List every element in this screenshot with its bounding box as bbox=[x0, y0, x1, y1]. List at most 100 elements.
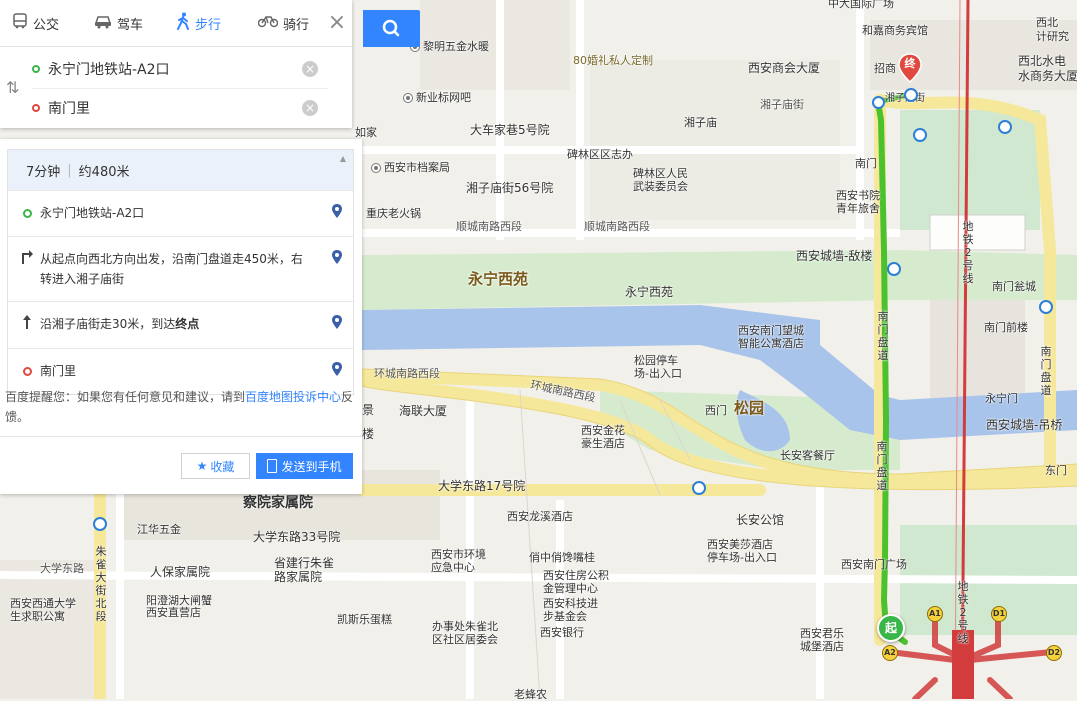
route-panel: 公交 驾车 步行 骑行 × ⇅ 永宁门地铁站-A2口 × 南门里 × 7分钟 |… bbox=[0, 0, 420, 495]
map-label: 西安商会大厦 bbox=[748, 61, 821, 75]
road-label: 顺城南路西段 bbox=[584, 220, 650, 233]
favorite-label: 收藏 bbox=[210, 459, 235, 474]
road-label: 南门盘道 bbox=[1040, 345, 1052, 397]
start-dot-icon bbox=[32, 65, 40, 73]
clear-end-icon[interactable]: × bbox=[302, 100, 318, 116]
map-label: 南门瓮城 bbox=[992, 280, 1036, 293]
step-text: 永宁门地铁站-A2口 bbox=[40, 206, 145, 220]
map-label: 西安直营店 bbox=[146, 606, 201, 619]
start-marker[interactable]: 起 bbox=[877, 614, 905, 642]
close-icon[interactable]: × bbox=[322, 8, 352, 38]
map-label: 碑林区区志办 bbox=[567, 148, 633, 161]
road-label: 朱雀大街北段 bbox=[95, 545, 107, 623]
map-label: 永宁西苑 bbox=[625, 285, 674, 299]
route-step[interactable]: 从起点向西北方向出发，沿南门盘道走450米，右转进入湘子庙街 bbox=[8, 236, 353, 301]
map-label: 金管理中心 bbox=[543, 582, 598, 595]
map-label: 计研究 bbox=[1036, 30, 1069, 43]
tab-label: 驾车 bbox=[117, 17, 144, 33]
road-label: 南门盘道 bbox=[877, 310, 889, 362]
metro-exit-badge[interactable]: D1 bbox=[991, 606, 1007, 622]
start-field[interactable]: 永宁门地铁站-A2口 × bbox=[32, 50, 328, 89]
road-label: 环城南路西段 bbox=[374, 367, 440, 380]
bus-stop-icon[interactable] bbox=[998, 120, 1012, 134]
bus-stop-icon[interactable] bbox=[887, 262, 901, 276]
search-button[interactable] bbox=[363, 10, 420, 47]
end-step-icon bbox=[20, 361, 34, 382]
map-label: 松园停车 bbox=[634, 354, 678, 367]
tab-label: 步行 bbox=[195, 17, 222, 33]
map-label: 80婚礼私人定制 bbox=[573, 54, 653, 67]
map-label: 省建行朱雀 bbox=[274, 556, 335, 570]
tip-text: 百度提醒您：如果您有任何意见和建议，请到 bbox=[5, 390, 246, 404]
map-label: 海联大厦 bbox=[399, 404, 448, 418]
map-label: 西北 bbox=[1036, 16, 1058, 29]
poi-icon bbox=[403, 93, 413, 103]
locate-pin-icon[interactable] bbox=[331, 314, 343, 330]
map-label: 中大国际广场 bbox=[828, 0, 894, 10]
route-step[interactable]: 永宁门地铁站-A2口 bbox=[8, 190, 353, 236]
road-label: 南门盘道 bbox=[876, 440, 888, 492]
map-label: 西安南门望城 bbox=[738, 324, 804, 337]
end-marker[interactable]: 终 bbox=[898, 53, 922, 84]
map-label: 西安城墙-吊桥 bbox=[986, 418, 1063, 432]
tab-bus[interactable]: 公交 bbox=[12, 0, 59, 46]
route-summary[interactable]: 7分钟 | 约480米 ▲ bbox=[8, 150, 353, 190]
map-label: 长安客餐厅 bbox=[780, 449, 835, 462]
map-label: 西安市档案局 bbox=[371, 161, 450, 174]
road-label: 湘子庙街 bbox=[760, 98, 804, 111]
metro-exit-badge[interactable]: A1 bbox=[927, 606, 943, 622]
start-input-value: 永宁门地铁站-A2口 bbox=[48, 62, 170, 78]
map-label: 应急中心 bbox=[431, 561, 475, 574]
map-label: 西安金花 bbox=[581, 424, 625, 437]
complaint-center-link[interactable]: 百度地图投诉中心 bbox=[245, 390, 341, 404]
map-label: 场-出入口 bbox=[634, 367, 682, 380]
phone-icon bbox=[267, 459, 278, 473]
map-label: 碑林区人民 bbox=[633, 167, 688, 180]
tab-bike[interactable]: 骑行 bbox=[257, 0, 309, 46]
route-step[interactable]: 沿湘子庙街走30米，到达终点 bbox=[8, 301, 353, 348]
map-label: 区社区居委会 bbox=[432, 633, 498, 646]
map-label: 景 bbox=[362, 403, 375, 417]
send-to-phone-button[interactable]: 发送到手机 bbox=[256, 453, 353, 479]
metro-exit-badge[interactable]: D2 bbox=[1046, 645, 1062, 661]
collapse-icon[interactable]: ▲ bbox=[340, 154, 346, 163]
map-label: 永宁门 bbox=[985, 392, 1018, 405]
map-label: 老蜂农 bbox=[514, 688, 547, 701]
bus-icon bbox=[12, 13, 28, 33]
tab-walk[interactable]: 步行 bbox=[176, 0, 221, 46]
metro-exit-badge[interactable]: A2 bbox=[882, 645, 898, 661]
bike-icon bbox=[257, 14, 279, 32]
clear-start-icon[interactable]: × bbox=[302, 61, 318, 77]
route-distance: 约480米 bbox=[78, 164, 130, 180]
map-label: 西安龙溪酒店 bbox=[507, 510, 573, 523]
park-label: 松园 bbox=[734, 399, 765, 417]
bus-stop-icon[interactable] bbox=[913, 128, 927, 142]
route-endpoint-dot bbox=[904, 88, 918, 102]
tab-drive[interactable]: 驾车 bbox=[94, 0, 143, 46]
map-label: 停车场-出入口 bbox=[707, 551, 777, 564]
favorite-button[interactable]: ★ 收藏 bbox=[181, 453, 250, 479]
route-start-dot bbox=[872, 96, 885, 109]
tab-label: 公交 bbox=[33, 17, 60, 33]
map-label: 凯斯乐蛋糕 bbox=[337, 613, 392, 626]
locate-pin-icon[interactable] bbox=[331, 203, 343, 219]
search-icon bbox=[382, 19, 400, 37]
car-icon bbox=[94, 13, 112, 33]
road-label: 大学东路 bbox=[40, 562, 84, 575]
end-field[interactable]: 南门里 × bbox=[32, 89, 328, 127]
map-label: 西安住房公积 bbox=[543, 569, 609, 582]
locate-pin-icon[interactable] bbox=[331, 361, 343, 377]
locate-pin-icon[interactable] bbox=[331, 249, 343, 265]
map-label: 城堡酒店 bbox=[800, 640, 844, 653]
map-label: 西安西通大学 bbox=[10, 597, 76, 610]
swap-icon[interactable]: ⇅ bbox=[6, 78, 19, 97]
bus-stop-icon[interactable] bbox=[692, 481, 706, 495]
map-label: 黎明五金水暖 bbox=[410, 40, 489, 53]
map-label: 湘子庙 bbox=[684, 116, 717, 129]
action-bar: ★ 收藏 发送到手机 bbox=[0, 436, 362, 495]
bus-stop-icon[interactable] bbox=[1039, 300, 1053, 314]
feedback-tip: 百度提醒您：如果您有任何意见和建议，请到百度地图投诉中心反馈。 bbox=[5, 387, 355, 427]
map-label: 南门 bbox=[855, 157, 877, 170]
bus-stop-icon[interactable] bbox=[93, 517, 107, 531]
star-icon: ★ bbox=[196, 459, 208, 473]
